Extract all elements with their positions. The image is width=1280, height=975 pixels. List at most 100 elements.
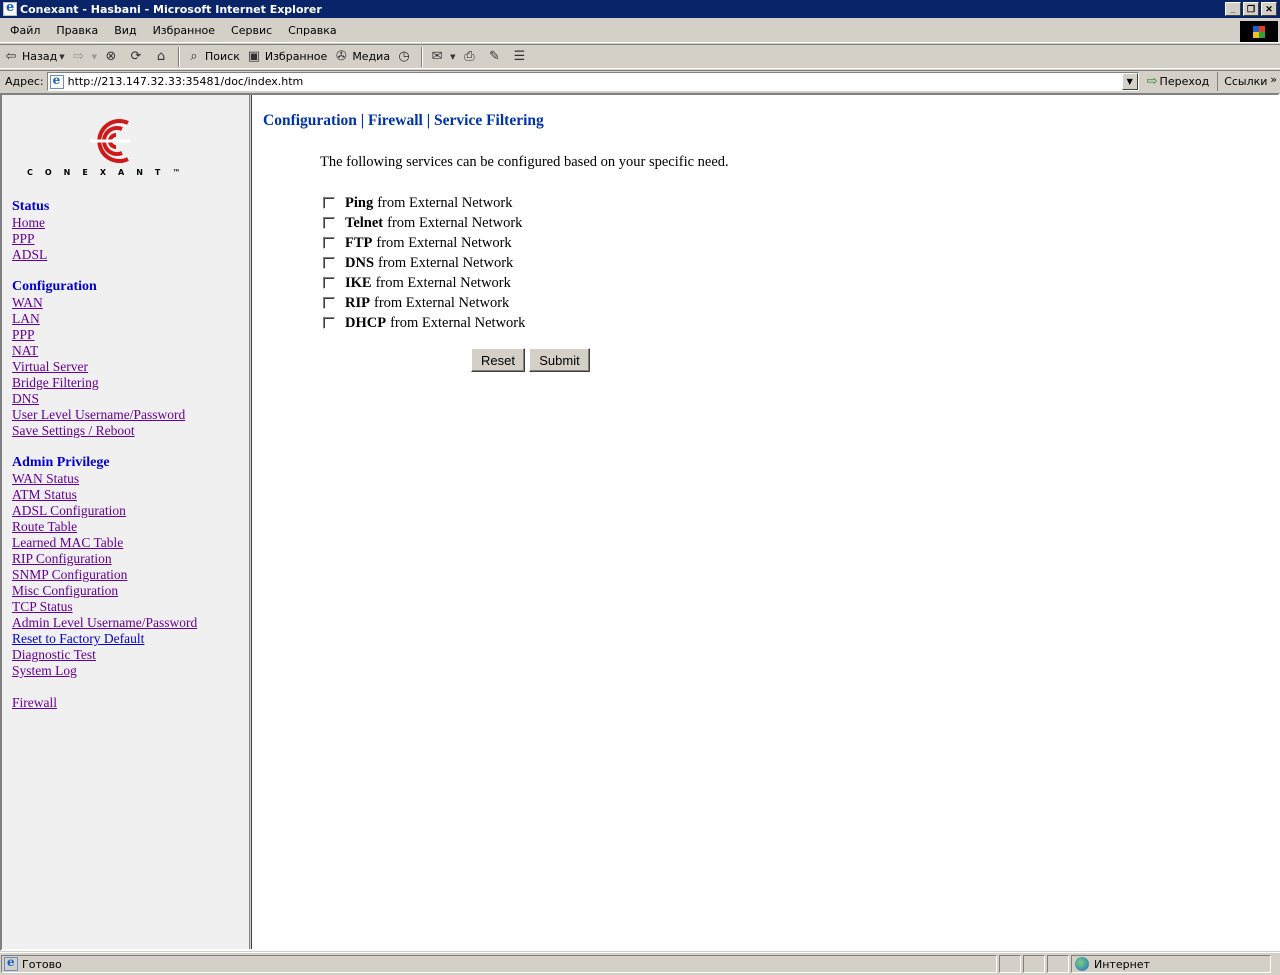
nav-link-dns[interactable]: DNS xyxy=(12,391,197,407)
favorites-label: Избранное xyxy=(264,50,328,63)
zone-text: Интернет xyxy=(1094,957,1150,971)
menu-file[interactable]: Файл xyxy=(3,24,47,37)
rip-checkbox[interactable] xyxy=(323,297,335,309)
telnet-checkbox[interactable] xyxy=(323,217,335,229)
nav-link-adsl-configuration[interactable]: ADSL Configuration xyxy=(12,503,197,519)
service-name: DNS xyxy=(345,254,375,271)
forward-dropdown-icon[interactable]: ▼ xyxy=(92,53,97,61)
nav-link-tcp-status[interactable]: TCP Status xyxy=(12,599,197,615)
discuss-button[interactable]: ☰ xyxy=(508,46,533,68)
maximize-button[interactable]: ❐ xyxy=(1243,2,1259,16)
home-button[interactable]: ⌂ xyxy=(150,46,175,68)
dns-checkbox[interactable] xyxy=(323,257,335,269)
back-dropdown-icon[interactable]: ▼ xyxy=(59,53,64,61)
ping-checkbox[interactable] xyxy=(323,197,335,209)
service-row-telnet: Telnet from External Network xyxy=(323,213,525,233)
nav-link-factory-reset[interactable]: Reset to Factory Default xyxy=(12,631,197,647)
submit-button[interactable]: Submit xyxy=(529,348,590,372)
chevron-right-icon[interactable]: » xyxy=(1270,73,1277,86)
forward-button[interactable]: ⇨ ▼ xyxy=(68,46,100,68)
history-button[interactable]: ◷ xyxy=(393,46,418,68)
menu-help[interactable]: Справка xyxy=(281,24,343,37)
back-button[interactable]: ⇦ Назад ▼ xyxy=(0,46,68,68)
nav-link-bridge-filtering[interactable]: Bridge Filtering xyxy=(12,375,197,391)
nav-link-user-password[interactable]: User Level Username/Password xyxy=(12,407,197,423)
nav-heading-admin: Admin Privilege xyxy=(12,455,110,470)
nav-link-snmp-configuration[interactable]: SNMP Configuration xyxy=(12,567,197,583)
nav-link-route-table[interactable]: Route Table xyxy=(12,519,197,535)
status-cell xyxy=(999,955,1021,973)
nav-link-wan[interactable]: WAN xyxy=(12,295,197,311)
menu-view[interactable]: Вид xyxy=(107,24,143,37)
frame-splitter[interactable] xyxy=(250,95,252,949)
edit-icon: ✎ xyxy=(489,48,500,64)
service-name: Ping xyxy=(345,194,374,211)
service-suffix: from External Network xyxy=(377,194,513,211)
nav-link-home[interactable]: Home xyxy=(12,215,197,231)
nav-link-lan[interactable]: LAN xyxy=(12,311,197,327)
edit-button[interactable]: ✎ xyxy=(483,46,508,68)
sidebar-nav: Status Home PPP ADSL Configuration WAN L… xyxy=(12,199,197,711)
nav-link-diagnostic-test[interactable]: Diagnostic Test xyxy=(12,647,197,663)
status-cell xyxy=(1047,955,1069,973)
close-button[interactable]: ✕ xyxy=(1261,2,1277,16)
nav-link-firewall[interactable]: Firewall xyxy=(12,695,197,711)
nav-link-config-ppp[interactable]: PPP xyxy=(12,327,197,343)
go-button[interactable]: ⇨ Переход xyxy=(1147,72,1219,91)
nav-link-ppp[interactable]: PPP xyxy=(12,231,197,247)
print-button[interactable]: ⎙ xyxy=(458,46,483,68)
menu-edit[interactable]: Правка xyxy=(49,24,105,37)
logo-wordmark: CONEXANT™ xyxy=(27,168,193,177)
page-title: Configuration | Firewall | Service Filte… xyxy=(263,112,544,129)
minimize-button[interactable]: _ xyxy=(1225,2,1241,16)
media-icon: ✇ xyxy=(335,48,347,64)
address-box[interactable]: ▼ xyxy=(46,72,1139,91)
nav-link-misc-configuration[interactable]: Misc Configuration xyxy=(12,583,197,599)
nav-link-save-reboot[interactable]: Save Settings / Reboot xyxy=(12,423,197,439)
browser-viewport: CONEXANT™ Status Home PPP ADSL Configura… xyxy=(0,93,1280,951)
nav-heading-status: Status xyxy=(12,199,50,214)
refresh-button[interactable]: ⟳ xyxy=(125,46,150,68)
address-input[interactable] xyxy=(67,75,1122,88)
menu-tools[interactable]: Сервис xyxy=(224,24,279,37)
ie-icon xyxy=(3,0,17,16)
go-arrow-icon: ⇨ xyxy=(1146,74,1158,89)
mail-button[interactable]: ✉ ▼ xyxy=(426,46,458,68)
nav-link-learned-mac-table[interactable]: Learned MAC Table xyxy=(12,535,197,551)
nav-heading-configuration: Configuration xyxy=(12,279,97,294)
media-button[interactable]: ✇ Медиа xyxy=(330,46,393,68)
refresh-icon: ⟳ xyxy=(130,48,142,64)
nav-link-system-log[interactable]: System Log xyxy=(12,663,197,679)
mail-dropdown-icon[interactable]: ▼ xyxy=(450,53,455,61)
service-row-rip: RIP from External Network xyxy=(323,293,525,313)
back-label: Назад xyxy=(22,50,58,63)
nav-link-wan-status[interactable]: WAN Status xyxy=(12,471,197,487)
links-button[interactable]: Ссылки xyxy=(1224,75,1267,88)
nav-link-adsl[interactable]: ADSL xyxy=(12,247,197,263)
nav-link-virtual-server[interactable]: Virtual Server xyxy=(12,359,197,375)
address-dropdown-button[interactable]: ▼ xyxy=(1121,73,1138,90)
nav-link-rip-configuration[interactable]: RIP Configuration xyxy=(12,551,197,567)
service-suffix: from External Network xyxy=(378,254,514,271)
ftp-checkbox[interactable] xyxy=(323,237,335,249)
nav-link-atm-status[interactable]: ATM Status xyxy=(12,487,197,503)
menu-bar: Файл Правка Вид Избранное Сервис Справка xyxy=(0,19,1280,43)
menu-favorites[interactable]: Избранное xyxy=(146,24,222,37)
home-icon: ⌂ xyxy=(156,48,166,64)
history-icon: ◷ xyxy=(398,48,410,64)
intro-text: The following services can be configured… xyxy=(320,154,729,170)
nav-link-admin-password[interactable]: Admin Level Username/Password xyxy=(12,615,197,631)
nav-link-nat[interactable]: NAT xyxy=(12,343,197,359)
favorites-button[interactable]: ▣ Избранное xyxy=(243,46,330,68)
dhcp-checkbox[interactable] xyxy=(323,317,335,329)
service-name: FTP xyxy=(345,234,373,251)
ike-checkbox[interactable] xyxy=(323,277,335,289)
stop-button[interactable]: ⊗ xyxy=(100,46,125,68)
service-name: IKE xyxy=(345,274,372,291)
print-icon: ⎙ xyxy=(464,48,475,64)
service-name: Telnet xyxy=(345,214,384,231)
reset-button[interactable]: Reset xyxy=(471,348,525,372)
service-suffix: from External Network xyxy=(375,274,511,291)
page-icon xyxy=(49,73,64,89)
search-button[interactable]: ⌕ Поиск xyxy=(183,46,243,68)
